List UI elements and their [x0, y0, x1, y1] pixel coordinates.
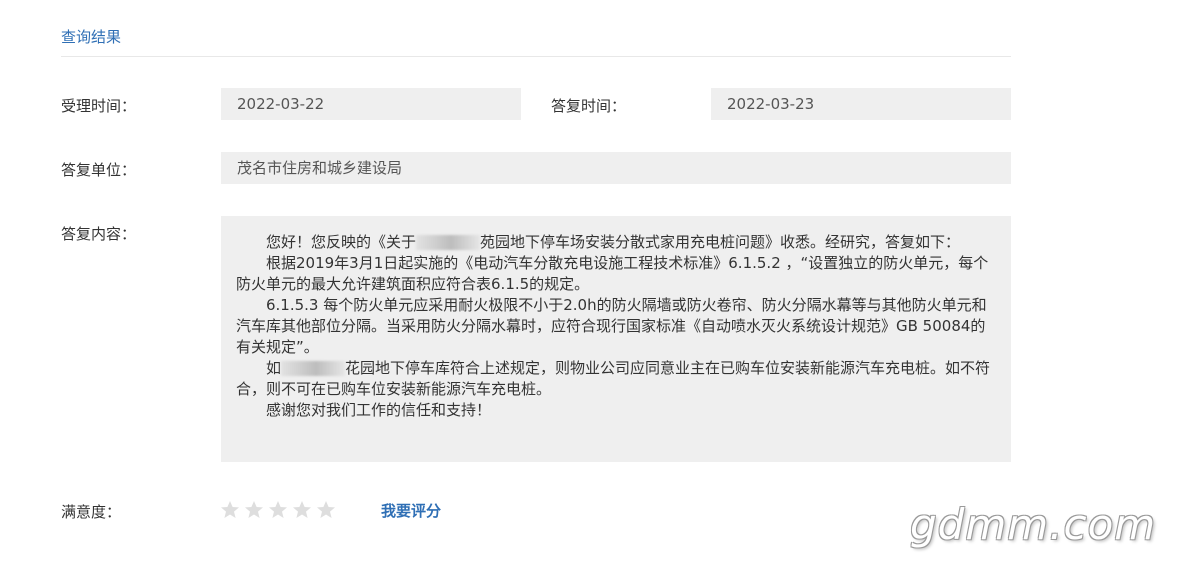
- reply-content-label: 答复内容：: [61, 225, 137, 243]
- star-icon[interactable]: [268, 500, 288, 520]
- section-divider: [61, 56, 1011, 57]
- accept-time-value: 2022-03-22: [221, 88, 521, 120]
- reply-time-value: 2022-03-23: [711, 88, 1011, 120]
- reply-p4-pre: 如: [266, 359, 282, 377]
- star-icon[interactable]: [220, 500, 240, 520]
- star-icon[interactable]: [316, 500, 336, 520]
- star-icon[interactable]: [244, 500, 264, 520]
- reply-paragraph-2: 根据2019年3月1日起实施的《电动汽车分散充电设施工程技术标准》6.1.5.2…: [236, 254, 989, 293]
- section-title: 查询结果: [61, 28, 122, 46]
- redacted-blur: [416, 235, 481, 250]
- reply-unit-value: 茂名市住房和城乡建设局: [221, 152, 1011, 184]
- satisfaction-label: 满意度：: [61, 503, 122, 521]
- reply-time-label: 答复时间：: [551, 97, 627, 115]
- accept-time-label: 受理时间：: [61, 97, 137, 115]
- reply-p1-pre: 您好！您反映的《关于: [266, 233, 417, 251]
- reply-paragraph-3: 6.1.5.3 每个防火单元应采用耐火极限不小于2.0h的防火隔墙或防火卷帘、防…: [236, 296, 987, 356]
- reply-p4-post: 花园地下停车库符合上述规定，则物业公司应同意业主在已购车位安装新能源汽车充电桩。…: [236, 359, 991, 398]
- reply-content-box: 您好！您反映的《关于 苑园地下停车场安装分散式家用充电桩问题》收悉。经研究，答复如…: [221, 216, 1011, 462]
- reply-paragraph-4: 如花园地下停车库符合上述规定，则物业公司应同意业主在已购车位安装新能源汽车充电桩…: [236, 358, 993, 400]
- reply-paragraph-5: 感谢您对我们工作的信任和支持！: [266, 401, 492, 419]
- reply-p1-post: 苑园地下停车场安装分散式家用充电桩问题》收悉。经研究，答复如下：: [480, 233, 961, 251]
- star-icon[interactable]: [292, 500, 312, 520]
- reply-paragraph-1: 您好！您反映的《关于 苑园地下停车场安装分散式家用充电桩问题》收悉。经研究，答复如…: [236, 232, 993, 253]
- watermark: gdmm.com: [910, 500, 1157, 549]
- rate-link[interactable]: 我要评分: [381, 500, 441, 521]
- redacted-blur: [281, 361, 346, 376]
- star-rating[interactable]: [220, 500, 336, 520]
- reply-unit-label: 答复单位：: [61, 161, 137, 179]
